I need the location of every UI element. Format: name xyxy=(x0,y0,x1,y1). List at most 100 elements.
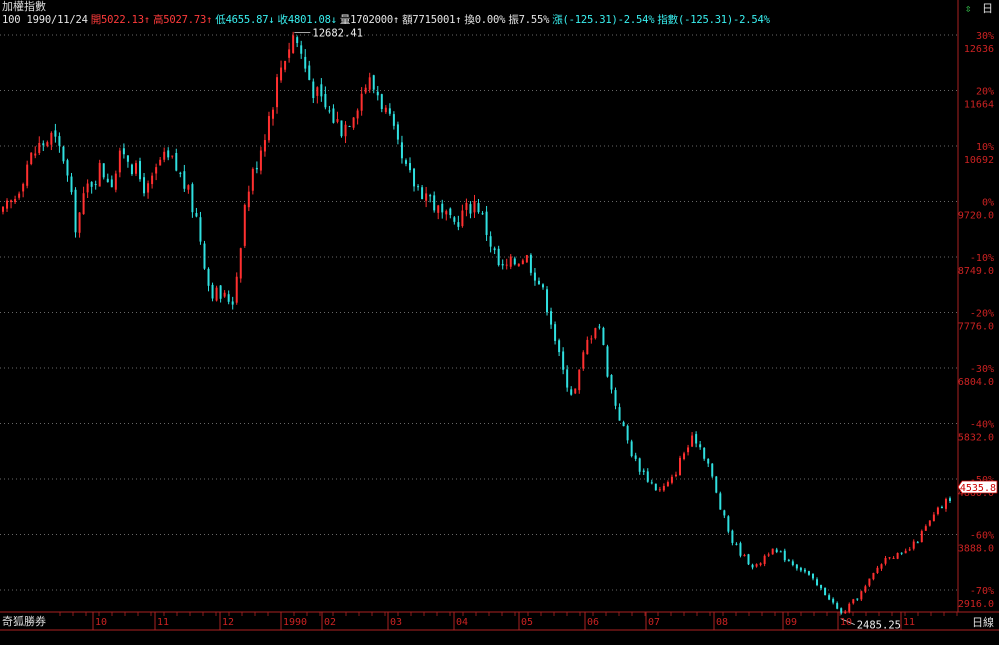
candle-body xyxy=(840,608,843,614)
candle-body xyxy=(590,338,593,340)
candle-body xyxy=(66,160,69,176)
candle-body xyxy=(634,455,637,459)
candle-body xyxy=(727,516,730,532)
y-value-label: 6804.0 xyxy=(958,377,994,388)
footer-left-label: 奇狐勝券 xyxy=(2,614,46,628)
y-pct-label: 0% xyxy=(982,198,994,209)
y-pct-label: -10% xyxy=(970,253,994,264)
candle-body xyxy=(836,603,839,609)
candle-body xyxy=(300,45,303,54)
candle-body xyxy=(175,153,178,171)
x-tick-label: 02 xyxy=(324,617,336,628)
candle-body xyxy=(759,563,762,565)
candle-body xyxy=(122,148,125,155)
candle-body xyxy=(199,217,202,242)
candle-body xyxy=(892,557,895,559)
candle-body xyxy=(872,572,875,580)
candle-body xyxy=(465,202,468,210)
candle-body xyxy=(562,351,565,370)
candle-body xyxy=(513,258,516,265)
candle-body xyxy=(263,140,266,152)
candle-body xyxy=(352,117,355,128)
candle-body xyxy=(683,453,686,459)
candle-body xyxy=(380,94,383,110)
candle-body xyxy=(566,369,569,388)
candle-body xyxy=(546,289,549,313)
candle-body xyxy=(223,292,226,297)
candle-body xyxy=(195,213,198,217)
candle-body xyxy=(876,567,879,573)
candle-body xyxy=(219,285,222,299)
candle-body xyxy=(70,176,73,193)
candle-body xyxy=(550,311,553,325)
candle-body xyxy=(763,555,766,565)
candle-body xyxy=(316,87,319,96)
y-value-label: 8749.0 xyxy=(958,266,994,277)
candle-body xyxy=(868,578,871,586)
candle-body xyxy=(666,482,669,487)
candle-body xyxy=(654,483,657,491)
candle-body xyxy=(231,301,234,305)
candle-body xyxy=(719,493,722,510)
candle-body xyxy=(453,217,456,222)
candle-body xyxy=(630,441,633,457)
candle-body xyxy=(699,444,702,448)
candle-body xyxy=(155,167,158,174)
candle-body xyxy=(34,153,37,156)
candle-body xyxy=(944,498,947,509)
candle-body xyxy=(646,471,649,482)
x-tick-label: 03 xyxy=(390,617,402,628)
candle-body xyxy=(255,167,258,170)
candle-body xyxy=(811,573,814,579)
y-pct-label: 30% xyxy=(976,31,994,42)
candle-body xyxy=(207,268,210,286)
x-tick-label: 04 xyxy=(456,617,468,628)
candle-body xyxy=(384,107,387,113)
candle-body xyxy=(90,181,93,187)
candle-body xyxy=(239,248,242,279)
y-value-label: 9720.0 xyxy=(958,211,994,222)
candle-body xyxy=(151,175,154,185)
candle-body xyxy=(908,549,911,551)
candle-body xyxy=(469,204,472,214)
candle-body xyxy=(795,564,798,569)
y-value-label: 10692 xyxy=(964,155,994,166)
candle-body xyxy=(38,142,41,153)
candle-body xyxy=(771,548,774,555)
candle-body xyxy=(372,75,375,90)
candle-body xyxy=(421,187,424,200)
candle-body xyxy=(324,93,327,108)
candle-body xyxy=(533,272,536,281)
candle-body xyxy=(610,374,613,390)
candle-body xyxy=(449,208,452,216)
candle-body xyxy=(437,205,440,213)
candlestick-chart[interactable]: 30% 12636 20% 11664 10% 10692 0% 9720.0 -10% 8749… xyxy=(0,0,999,645)
candle-body xyxy=(211,284,214,299)
candle-body xyxy=(614,390,617,406)
candle-body xyxy=(271,109,274,119)
candle-body xyxy=(280,67,283,81)
candle-body xyxy=(30,152,33,164)
y-pct-label: -60% xyxy=(970,531,994,542)
candle-body xyxy=(662,485,665,491)
candle-body xyxy=(658,489,661,491)
candle-body xyxy=(332,108,335,123)
candle-body xyxy=(114,173,117,190)
candle-body xyxy=(376,91,379,96)
candle-body xyxy=(755,564,758,567)
y-pct-label: -70% xyxy=(970,586,994,597)
candle-body xyxy=(860,591,863,600)
candle-body xyxy=(284,60,287,70)
candle-body xyxy=(695,434,698,444)
candle-body xyxy=(404,160,407,164)
candle-body xyxy=(598,326,601,328)
y-pct-label: -40% xyxy=(970,420,994,431)
y-value-label: 5832.0 xyxy=(958,433,994,444)
candle-body xyxy=(461,210,464,227)
footer-right-label: 日線 xyxy=(972,615,994,629)
candle-body xyxy=(578,369,581,391)
candle-body xyxy=(2,206,4,212)
candle-body xyxy=(179,172,182,174)
candle-body xyxy=(618,407,621,421)
x-tick-label: 11 xyxy=(903,617,915,628)
